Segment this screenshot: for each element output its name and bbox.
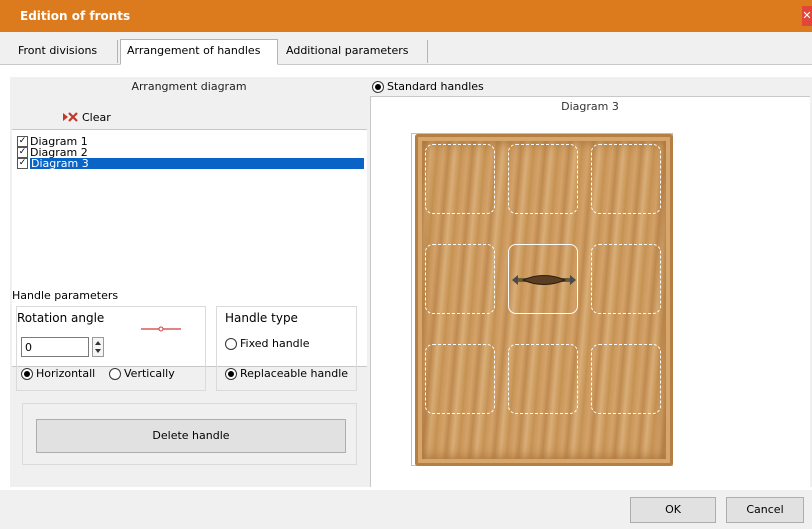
handle-slot[interactable] [508, 144, 578, 214]
close-icon[interactable]: ✕ [802, 6, 812, 26]
tab-front-divisions[interactable]: Front divisions [12, 40, 118, 63]
ok-button[interactable]: OK [630, 497, 716, 523]
handle-type-title: Handle type [225, 311, 298, 325]
delete-handle-button[interactable]: Delete handle [36, 419, 346, 453]
rotation-stepper[interactable] [92, 337, 104, 357]
handle-parameters-title: Handle parameters [12, 289, 119, 302]
door-front [415, 134, 673, 466]
rotation-indicator-icon [141, 326, 181, 332]
dialog-footer: OK Cancel [0, 490, 812, 529]
radio-dot [372, 80, 384, 93]
cancel-button[interactable]: Cancel [726, 497, 804, 523]
rotation-angle-group: Rotation angle 0 Horizontall Vertically [16, 306, 206, 391]
radio-dot [225, 337, 237, 350]
clear-icon [63, 112, 78, 122]
handle-icon [512, 275, 576, 285]
handle-slot[interactable] [425, 144, 495, 214]
rotation-angle-input[interactable]: 0 [21, 337, 89, 357]
standard-handles-radio[interactable]: Standard handles [372, 80, 484, 93]
handle-slot[interactable] [508, 344, 578, 414]
radio-dot [225, 367, 237, 380]
horizontal-radio[interactable]: Horizontall [21, 367, 95, 380]
handle-parameters-group: Handle parameters Rotation angle 0 Horiz… [12, 282, 367, 487]
radio-dot [109, 367, 121, 380]
handle-slot[interactable] [591, 144, 661, 214]
list-item-diagram-3[interactable]: ✓ Diagram 3 [17, 158, 367, 169]
handle-slot[interactable] [425, 344, 495, 414]
handle-type-group: Handle type Fixed handle Replaceable han… [216, 306, 357, 391]
clear-button[interactable]: Clear [62, 109, 111, 125]
title-bar: Edition of fronts ✕ [0, 0, 812, 32]
vertical-radio[interactable]: Vertically [109, 367, 175, 380]
front-preview [411, 133, 673, 466]
arrangement-panel: Arrangment diagram Clear ✓ Diagram 1 ✓ Dia… [10, 77, 368, 487]
tab-strip: Front divisions Arrangement of handles A… [0, 32, 812, 65]
tab-additional-parameters[interactable]: Additional parameters [280, 40, 428, 63]
tab-arrangement-of-handles[interactable]: Arrangement of handles [120, 39, 278, 65]
diagram-title: Diagram 3 [561, 100, 619, 113]
clear-label: Clear [82, 110, 111, 124]
handle-slot[interactable] [591, 344, 661, 414]
replaceable-handle-radio[interactable]: Replaceable handle [225, 367, 348, 380]
window-title: Edition of fronts [20, 9, 131, 23]
handle-slot[interactable] [425, 244, 495, 314]
preview-panel: Standard handles Diagram 3 [368, 77, 812, 487]
fixed-handle-radio[interactable]: Fixed handle [225, 337, 310, 350]
stepper-arrows-icon [95, 341, 101, 353]
arrangement-diagram-header: Arrangment diagram [131, 80, 247, 93]
handle-slot-active[interactable] [508, 244, 578, 314]
rotation-angle-title: Rotation angle [17, 311, 105, 325]
preview-area: Diagram 3 [370, 96, 810, 487]
handle-slot[interactable] [591, 244, 661, 314]
checkbox[interactable]: ✓ [17, 136, 28, 147]
radio-dot [21, 367, 33, 380]
delete-handle-group: Delete handle [22, 403, 357, 465]
checkbox[interactable]: ✓ [17, 158, 28, 169]
checkbox[interactable]: ✓ [17, 147, 28, 158]
